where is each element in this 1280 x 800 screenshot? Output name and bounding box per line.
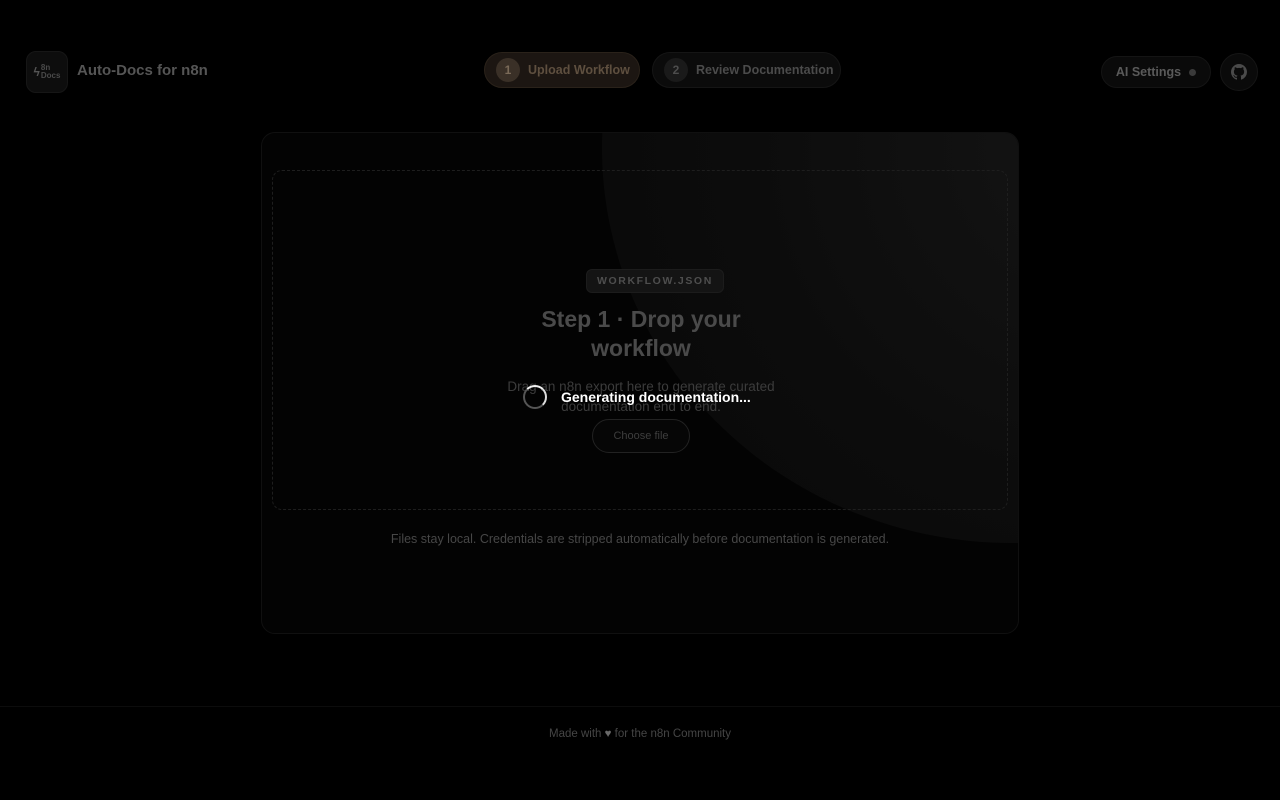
footer-divider	[0, 706, 1280, 707]
app-page: ϟ 8n Docs Auto-Docs for n8n 1 Upload Wor…	[0, 0, 1280, 800]
app-logo[interactable]: ϟ 8n Docs	[26, 51, 68, 93]
ai-settings-button[interactable]: AI Settings	[1101, 56, 1211, 88]
file-type-badge: WORKFLOW.JSON	[586, 269, 724, 293]
github-button[interactable]	[1220, 53, 1258, 91]
step-review-documentation[interactable]: 2 Review Documentation	[652, 52, 841, 88]
loading-text: Generating documentation...	[561, 389, 751, 405]
step-navigation: 1 Upload Workflow 2 Review Documentation	[484, 52, 841, 88]
step-label: Upload Workflow	[528, 63, 630, 77]
footer-suffix: for the n8n Community	[614, 728, 731, 740]
ai-settings-label: AI Settings	[1115, 65, 1182, 79]
step-number: 1	[496, 58, 520, 82]
app-title: Auto-Docs for n8n	[77, 62, 208, 79]
step-upload-workflow[interactable]: 1 Upload Workflow	[484, 52, 640, 88]
step-label: Review Documentation	[696, 63, 834, 77]
footer-prefix: Made with	[549, 728, 602, 740]
loading-indicator: Generating documentation...	[523, 385, 751, 409]
privacy-note: Files stay local. Credentials are stripp…	[390, 532, 890, 546]
github-icon	[1231, 64, 1247, 80]
logo-text: 8n Docs	[41, 64, 61, 80]
logo-text-bottom: Docs	[40, 71, 61, 80]
workflow-dropzone[interactable]: WORKFLOW.JSON Step 1 · Drop your workflo…	[272, 170, 1008, 510]
dropzone-title: Step 1 · Drop your workflow	[541, 306, 741, 361]
choose-file-button[interactable]: Choose file	[592, 419, 690, 453]
heart-icon: ♥	[604, 728, 612, 740]
upload-card: WORKFLOW.JSON Step 1 · Drop your workflo…	[261, 132, 1019, 634]
step-number: 2	[664, 58, 688, 82]
status-dot-icon	[1189, 68, 1197, 76]
spinner-icon	[523, 385, 547, 409]
footer: Made with ♥ for the n8n Community	[0, 728, 1280, 740]
bolt-icon: ϟ	[33, 65, 40, 79]
